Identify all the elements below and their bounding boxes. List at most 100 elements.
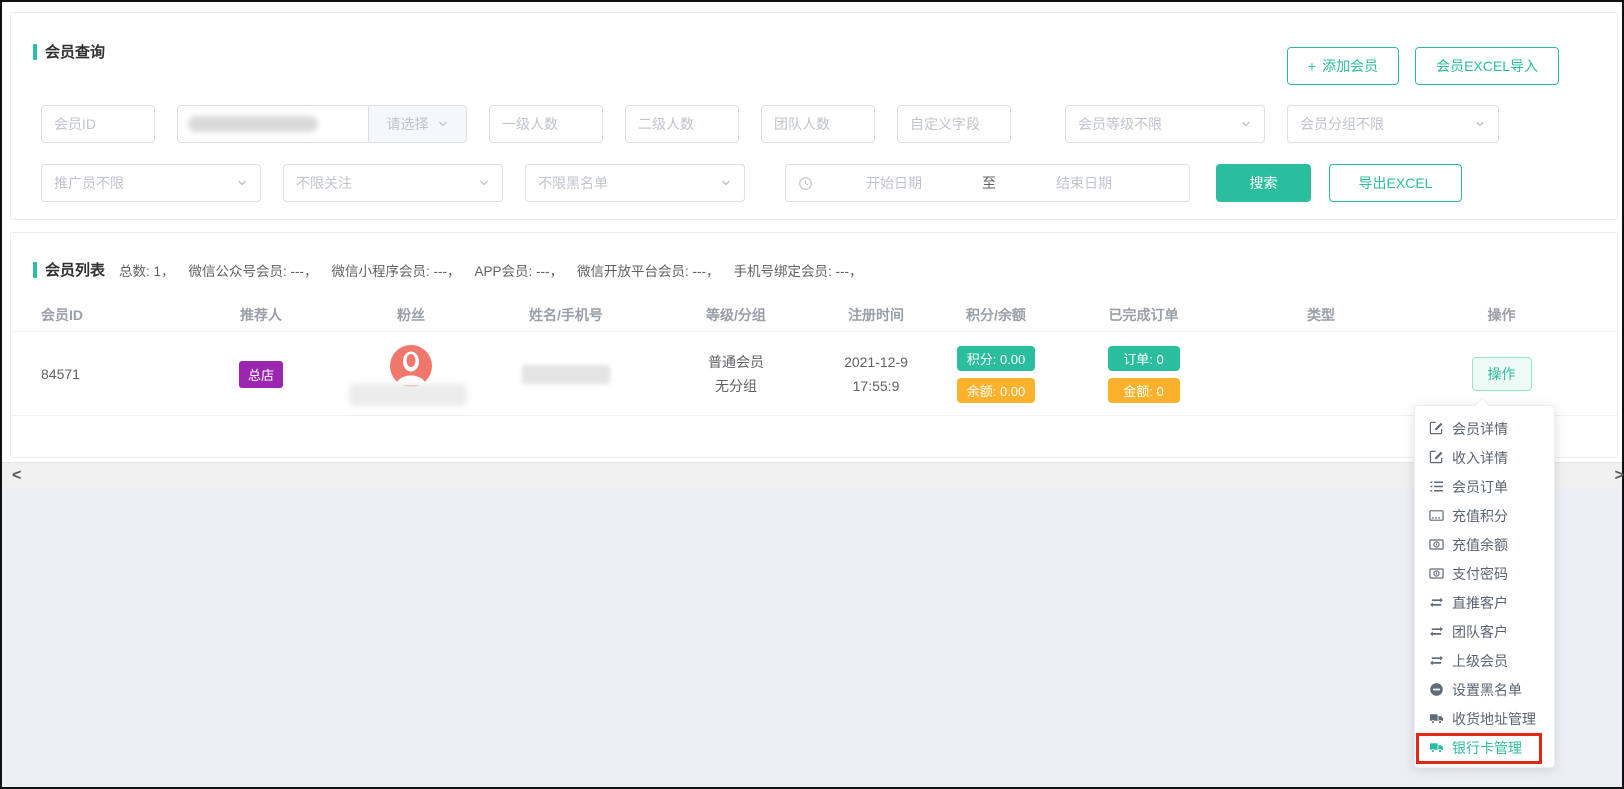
member-group: 无分组 [651,374,821,398]
add-member-button[interactable]: + 添加会员 [1287,47,1399,85]
credit-card-icon [1429,508,1444,523]
plus-icon: + [1308,58,1316,74]
section-accent-bar [33,262,37,278]
menu-item-recharge-points[interactable]: 充值积分 [1415,501,1554,530]
blurred-name-phone [522,365,610,384]
member-query-card: 会员查询 + 添加会员 会员EXCEL导入 请选择 [10,12,1618,220]
col-level-group: 等级/分组 [651,305,821,325]
menu-item-bank-card-management[interactable]: 银行卡管理 [1415,733,1554,762]
keyword-type-select[interactable]: 请选择 [368,106,466,142]
cell-fans [341,332,481,416]
page-background [2,488,1622,787]
amount-badge: 金额: 0 [1108,378,1180,403]
exchange-icon [1429,595,1444,610]
search-button[interactable]: 搜索 [1216,164,1311,202]
date-range-picker[interactable]: 开始日期 至 结束日期 [785,164,1190,202]
scroll-left-icon[interactable]: < [12,465,21,487]
menu-item-income-detail[interactable]: 收入详情 [1415,443,1554,472]
keyword-input-blurred[interactable] [178,106,368,142]
chevron-down-icon [437,118,449,130]
cell-referrer: 总店 [181,361,341,388]
member-stats: 总数: 1， 微信公众号会员: ---， 微信小程序会员: ---， APP会员… [119,260,877,280]
date-start-placeholder[interactable]: 开始日期 [819,173,969,193]
truck-icon [1429,740,1444,755]
date-end-placeholder[interactable]: 结束日期 [1009,173,1159,193]
menu-item-recharge-balance[interactable]: 充值余额 [1415,530,1554,559]
stat-total: 总数: 1， [119,260,175,280]
menu-item-direct-customers[interactable]: 直推客户 [1415,588,1554,617]
date-separator: 至 [969,173,1009,193]
list-section-title: 会员列表 [45,259,105,280]
chevron-down-icon [1240,118,1252,130]
cell-name-phone [481,365,651,384]
cell-level-group: 普通会员 无分组 [651,350,821,398]
menu-item-set-blacklist[interactable]: 设置黑名单 [1415,675,1554,704]
points-badge: 积分: 0.00 [957,346,1036,371]
col-fans: 粉丝 [341,305,481,325]
blacklist-select[interactable]: 不限黑名单 [525,164,745,202]
level2-count-input[interactable] [638,106,726,142]
stat-wechat-open: 微信开放平台会员: ---， [577,260,720,280]
menu-item-team-customers[interactable]: 团队客户 [1415,617,1554,646]
horizontal-scrollbar[interactable]: < > [2,462,1622,488]
menu-item-payment-password[interactable]: 支付密码 [1415,559,1554,588]
custom-field-input[interactable] [910,106,998,142]
member-list-card: 会员列表 总数: 1， 微信公众号会员: ---， 微信小程序会员: ---， … [10,232,1618,458]
member-level-select[interactable]: 会员等级不限 [1065,105,1265,143]
cell-member-id: 84571 [41,366,181,382]
menu-item-member-orders[interactable]: 会员订单 [1415,472,1554,501]
member-id-field [41,105,155,143]
level1-count-input[interactable] [502,106,590,142]
cell-actions: 操作 [1416,357,1587,391]
member-id-input[interactable] [54,106,142,142]
team-count-input[interactable] [774,106,862,142]
member-level: 普通会员 [651,350,821,374]
col-member-id: 会员ID [41,305,181,325]
blurred-nickname [349,384,467,406]
export-excel-button[interactable]: 导出EXCEL [1329,164,1462,202]
chevron-down-icon [478,177,490,189]
follow-select[interactable]: 不限关注 [283,164,503,202]
menu-item-upline-member[interactable]: 上级会员 [1415,646,1554,675]
clock-icon [798,176,813,191]
filter-row-1: 请选择 会员等级不限 会员分组不限 [41,105,1499,143]
chevron-down-icon [720,177,732,189]
reg-time: 17:55:9 [821,374,931,398]
orders-badge: 订单: 0 [1108,346,1180,371]
chevron-down-icon [236,177,248,189]
row-action-dropdown-menu: 会员详情 收入详情 会员订单 充值积分 充值余额 支付密码 直推客户 团队客户 … [1414,405,1555,768]
menu-item-member-detail[interactable]: 会员详情 [1415,414,1554,443]
level1-count-field [489,105,603,143]
scroll-right-icon[interactable]: > [1615,465,1624,487]
list-section-header: 会员列表 总数: 1， 微信公众号会员: ---， 微信小程序会员: ---， … [11,233,1617,280]
edit-icon [1429,450,1444,465]
balance-badge: 余额: 0.00 [957,378,1036,403]
custom-field-field [897,105,1011,143]
promoter-select[interactable]: 推广员不限 [41,164,261,202]
member-group-select[interactable]: 会员分组不限 [1287,105,1499,143]
col-type: 类型 [1226,305,1416,325]
team-count-field [761,105,875,143]
stat-phone-bound: 手机号绑定会员: ---， [734,260,863,280]
truck-icon [1429,711,1444,726]
col-completed-orders: 已完成订单 [1061,305,1226,325]
col-points-balance: 积分/余额 [931,305,1061,325]
money-icon [1429,537,1444,552]
table-header-row: 会员ID 推荐人 粉丝 姓名/手机号 等级/分组 注册时间 积分/余额 已完成订… [11,298,1617,332]
col-actions: 操作 [1416,305,1587,325]
cell-reg-time: 2021-12-9 17:55:9 [821,350,931,398]
referrer-badge: 总店 [239,361,283,388]
keyword-input-group: 请选择 [177,105,467,143]
reg-date: 2021-12-9 [821,350,931,374]
list-icon [1429,479,1444,494]
filter-row-2: 推广员不限 不限关注 不限黑名单 开始日期 至 结束日期 搜索 导出E [41,164,1462,202]
chevron-down-icon [1474,118,1486,130]
exchange-icon [1429,624,1444,639]
member-excel-import-button[interactable]: 会员EXCEL导入 [1415,47,1559,85]
edit-icon [1429,421,1444,436]
stat-wechat-mini: 微信小程序会员: ---， [332,260,461,280]
stat-app: APP会员: ---， [475,260,564,280]
ban-icon [1429,682,1444,697]
menu-item-shipping-address[interactable]: 收货地址管理 [1415,704,1554,733]
row-action-button[interactable]: 操作 [1472,357,1532,391]
